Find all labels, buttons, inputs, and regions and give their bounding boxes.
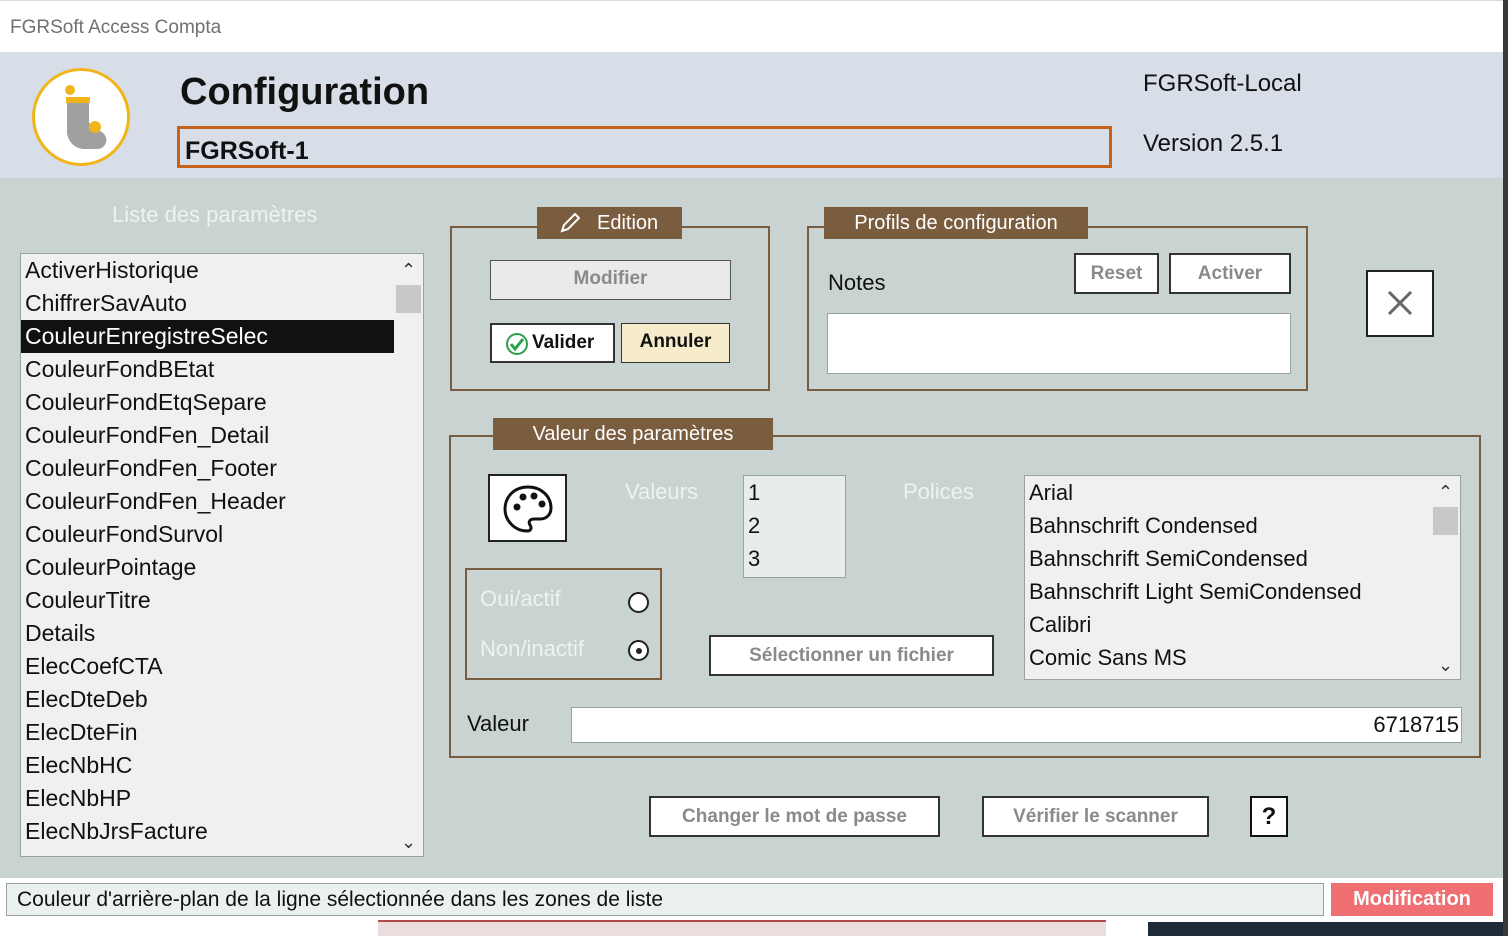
window-title: FGRSoft Access Compta	[10, 17, 222, 38]
status-text: Couleur d'arrière-plan de la ligne sélec…	[6, 883, 1324, 916]
background-window-dark	[1148, 922, 1503, 936]
value-field[interactable]: 6718715	[571, 707, 1462, 743]
params-list-item[interactable]: CouleurFondFen_Detail	[21, 419, 394, 452]
select-file-label: Sélectionner un fichier	[749, 645, 954, 666]
params-list-item[interactable]: CouleurFondFen_Footer	[21, 452, 394, 485]
params-list-item[interactable]: ElecNbHP	[21, 782, 394, 815]
fonts-list-items: Arial Bahnschrift Condensed Bahnschrift Se…	[1025, 476, 1460, 674]
profiles-header: Profils de configuration	[824, 207, 1088, 239]
fonts-list-scrollbar[interactable]: ⌃ ⌄	[1431, 476, 1460, 679]
config-name-value: FGRSoft-1	[185, 137, 309, 165]
params-list-scrollbar[interactable]: ⌃ ⌄	[394, 254, 423, 856]
cancel-label: Annuler	[639, 331, 712, 352]
yes-radio[interactable]	[628, 592, 649, 613]
value-label: Valeur	[467, 711, 529, 736]
params-list-title: Liste des paramètres	[112, 202, 318, 227]
background-edge	[1503, 0, 1508, 936]
config-window: FGRSoft Access Compta Configuration FGRS…	[0, 0, 1503, 936]
params-list-item[interactable]: ChiffrerSavAuto	[21, 287, 394, 320]
no-label: Non/inactif	[480, 636, 584, 661]
params-list-item[interactable]: ElecCoefCTA	[21, 650, 394, 683]
scroll-thumb[interactable]	[396, 285, 421, 313]
close-icon	[1387, 290, 1413, 316]
radio-dot	[636, 648, 642, 654]
sock-logo-icon	[32, 68, 130, 166]
modify-button[interactable]: Modifier	[490, 260, 731, 300]
location-label: FGRSoft-Local	[1143, 70, 1302, 97]
check-scanner-button[interactable]: Vérifier le scanner	[982, 796, 1209, 837]
edition-header: Edition	[537, 207, 682, 239]
scroll-down-icon[interactable]: ⌄	[394, 828, 423, 856]
values-list-items: 123	[744, 476, 845, 575]
fonts-list-item[interactable]: Bahnschrift SemiCondensed	[1025, 542, 1430, 575]
params-list-item[interactable]: CouleurFondEtqSepare	[21, 386, 394, 419]
fonts-list-item[interactable]: Bahnschrift Condensed	[1025, 509, 1430, 542]
params-list-item[interactable]: Details	[21, 617, 394, 650]
params-list-item[interactable]: CouleurFondBEtat	[21, 353, 394, 386]
params-list-item[interactable]: CouleurEnregistreSelec	[21, 320, 394, 353]
scroll-up-icon[interactable]: ⌃	[1431, 478, 1460, 506]
check-scanner-label: Vérifier le scanner	[1013, 806, 1178, 827]
notes-label: Notes	[828, 270, 886, 295]
no-radio[interactable]	[628, 640, 649, 661]
params-list-item[interactable]: CouleurFondSurvol	[21, 518, 394, 551]
params-list-item[interactable]: ElecNbJrsFacture	[21, 815, 394, 848]
values-list[interactable]: 123	[743, 475, 846, 578]
params-list-item[interactable]: ElecDteFin	[21, 716, 394, 749]
close-button[interactable]	[1366, 270, 1434, 337]
values-list-item[interactable]: 3	[744, 542, 844, 575]
scroll-down-icon[interactable]: ⌄	[1431, 651, 1460, 679]
page-title: Configuration	[180, 71, 430, 113]
main-panel: Liste des paramètres ActiverHistorique Ch…	[0, 178, 1503, 878]
change-password-label: Changer le mot de passe	[682, 806, 907, 827]
config-name-field[interactable]: FGRSoft-1	[177, 126, 1112, 168]
fonts-list-item[interactable]: Arial	[1025, 476, 1430, 509]
yes-label: Oui/actif	[480, 586, 561, 611]
help-button[interactable]: ?	[1250, 796, 1288, 837]
params-list-item[interactable]: CouleurFondFen_Header	[21, 485, 394, 518]
title-bar: FGRSoft Access Compta	[0, 0, 1503, 52]
params-list-item[interactable]: CouleurTitre	[21, 584, 394, 617]
params-list[interactable]: ActiverHistorique ChiffrerSavAuto CouleurE…	[20, 253, 424, 857]
color-picker-button[interactable]	[488, 474, 567, 542]
fonts-list-item[interactable]: Bahnschrift Light SemiCondensed	[1025, 575, 1430, 608]
values-list-item[interactable]: 2	[744, 509, 844, 542]
values-list-item[interactable]: 1	[744, 476, 844, 509]
status-mode-badge: Modification	[1331, 883, 1493, 916]
change-password-button[interactable]: Changer le mot de passe	[649, 796, 940, 837]
fonts-list[interactable]: Arial Bahnschrift Condensed Bahnschrift Se…	[1024, 475, 1461, 680]
fonts-label: Polices	[903, 479, 974, 504]
pencil-icon	[560, 212, 581, 233]
activate-button[interactable]: Activer	[1169, 253, 1291, 294]
params-list-item[interactable]: ActiverHistorique	[21, 254, 394, 287]
fonts-list-item[interactable]: Calibri	[1025, 608, 1430, 641]
reset-button[interactable]: Reset	[1074, 253, 1159, 294]
palette-icon	[503, 485, 553, 533]
scroll-up-icon[interactable]: ⌃	[394, 256, 423, 284]
cancel-button[interactable]: Annuler	[621, 323, 730, 363]
select-file-button[interactable]: Sélectionner un fichier	[709, 635, 994, 676]
fonts-list-item[interactable]: Comic Sans MS	[1025, 641, 1430, 674]
params-list-item[interactable]: ElecDteDeb	[21, 683, 394, 716]
params-list-item[interactable]: CouleurPointage	[21, 551, 394, 584]
values-header: Valeur des paramètres	[493, 418, 773, 450]
params-list-items: ActiverHistorique ChiffrerSavAuto CouleurE…	[21, 254, 423, 848]
edition-label: Edition	[597, 212, 659, 234]
validate-button[interactable]: Valider	[490, 323, 615, 363]
help-label: ?	[1261, 803, 1277, 830]
validate-label: Valider	[532, 332, 595, 353]
version-label: Version 2.5.1	[1143, 130, 1284, 157]
modify-label: Modifier	[573, 268, 648, 289]
edition-group	[450, 226, 770, 391]
background-window-strip	[378, 920, 1106, 936]
reset-label: Reset	[1090, 263, 1143, 284]
notes-field[interactable]	[827, 313, 1291, 374]
check-icon	[506, 333, 528, 355]
yes-no-group: Oui/actif Non/inactif	[465, 568, 662, 680]
scroll-thumb[interactable]	[1433, 507, 1458, 535]
params-list-item[interactable]: ElecNbHC	[21, 749, 394, 782]
activate-label: Activer	[1197, 263, 1263, 284]
header: Configuration FGRSoft-1 FGRSoft-Local Ve…	[0, 52, 1503, 178]
values-label: Valeurs	[625, 479, 698, 504]
